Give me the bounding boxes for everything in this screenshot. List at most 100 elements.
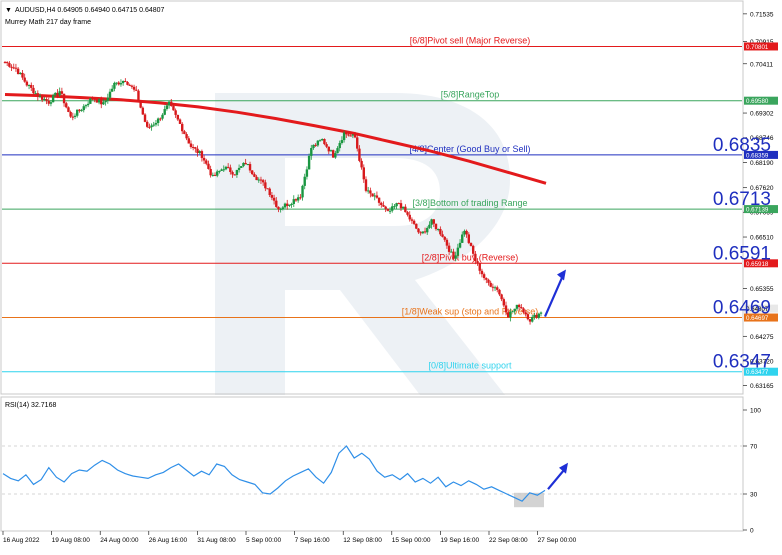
candle-body — [154, 122, 158, 125]
candle-body — [496, 287, 499, 290]
candle-body — [404, 206, 407, 213]
candle-body — [292, 199, 295, 204]
candle-body — [121, 80, 125, 84]
candle-body — [97, 99, 101, 103]
candle-body — [482, 274, 486, 279]
candle-body — [535, 314, 538, 318]
candle-body — [358, 148, 361, 161]
candle-body — [377, 197, 381, 203]
candle-body — [43, 99, 46, 101]
candle-body — [520, 307, 523, 309]
candle-body — [240, 166, 243, 168]
candle-body — [445, 239, 449, 246]
candle-body — [251, 170, 254, 175]
candle-body — [380, 202, 383, 206]
level-big-label: 0.6713 — [713, 189, 771, 210]
level-price-badge-text: 0.70801 — [746, 44, 769, 51]
candle-body — [213, 174, 217, 176]
candle-body — [428, 224, 431, 228]
candle-body — [410, 219, 414, 221]
candle-body — [325, 144, 328, 147]
candle-body — [106, 97, 110, 101]
candle-body — [196, 148, 199, 154]
symbol-header: AUDUSD,H4 0.64905 0.64940 0.64715 0.6480… — [15, 7, 165, 14]
candle-body — [62, 93, 66, 104]
time-tick-label: 27 Sep 00:00 — [538, 537, 577, 544]
candle-body — [246, 164, 250, 166]
candle-body — [218, 170, 221, 172]
candle-body — [375, 195, 379, 198]
candle-body — [65, 103, 68, 108]
time-tick-label: 7 Sep 16:00 — [295, 537, 330, 544]
candle-body — [159, 118, 162, 120]
candle-body — [261, 180, 265, 183]
candle-body — [432, 219, 435, 224]
candle-body — [312, 144, 315, 149]
candle-body — [356, 137, 359, 149]
candle-body — [165, 105, 169, 110]
price-tick-label: 0.69302 — [750, 111, 774, 118]
candle-body — [360, 160, 363, 168]
candle-body — [71, 116, 75, 118]
level-big-label: 0.6347 — [713, 352, 771, 373]
candle-body — [434, 223, 438, 230]
candle-body — [172, 105, 175, 111]
candle-body — [91, 98, 94, 100]
candle-body — [406, 212, 409, 215]
candle-body — [45, 99, 48, 101]
candle-body — [362, 167, 365, 180]
candle-body — [80, 110, 83, 112]
candle-body — [441, 234, 444, 237]
candle-body — [480, 270, 484, 275]
candle-body — [235, 169, 239, 175]
candle-body — [415, 223, 418, 229]
candle-body — [47, 100, 50, 104]
candle-body — [185, 134, 188, 139]
candle-body — [439, 228, 442, 235]
candle-body — [524, 312, 527, 315]
candle-body — [345, 132, 348, 135]
time-tick-label: 15 Sep 00:00 — [392, 537, 431, 544]
candle-body — [146, 121, 149, 127]
candle-body — [454, 255, 457, 259]
candle-body — [417, 228, 420, 233]
menu-arrow-icon[interactable]: ▼ — [5, 7, 12, 14]
candle-body — [463, 230, 466, 235]
candle-body — [135, 89, 138, 91]
candle-body — [148, 126, 151, 128]
candle-body — [49, 102, 53, 104]
candle-body — [51, 95, 55, 103]
rsi-title: RSI(14) 32.7168 — [5, 402, 56, 409]
candle-body — [461, 234, 464, 243]
candle-body — [248, 164, 252, 171]
candle-body — [73, 115, 77, 117]
candle-body — [30, 84, 33, 88]
candle-body — [220, 169, 223, 171]
candle-body — [150, 125, 153, 128]
candle-body — [8, 63, 11, 67]
candle-body — [224, 166, 228, 170]
candle-body — [222, 169, 225, 171]
candle-body — [539, 312, 543, 314]
candle-body — [132, 86, 136, 90]
candle-body — [156, 118, 160, 123]
candle-body — [161, 114, 164, 119]
candle-body — [423, 231, 427, 233]
time-tick-label: 31 Aug 08:00 — [197, 537, 236, 544]
level-price-badge-text: 0.69580 — [746, 98, 769, 105]
candle-body — [3, 62, 7, 64]
candle-body — [75, 109, 79, 116]
candle-body — [82, 106, 85, 111]
candle-body — [23, 77, 26, 82]
candle-body — [500, 294, 503, 300]
candle-body — [191, 146, 195, 148]
candle-body — [419, 232, 422, 234]
time-tick-label: 12 Sep 08:00 — [343, 537, 382, 544]
candle-body — [259, 179, 263, 181]
candle-body — [498, 289, 501, 295]
candle-body — [266, 188, 269, 190]
candle-body — [465, 230, 468, 235]
candle-body — [485, 278, 488, 280]
candle-body — [279, 208, 282, 210]
candle-body — [502, 299, 506, 306]
